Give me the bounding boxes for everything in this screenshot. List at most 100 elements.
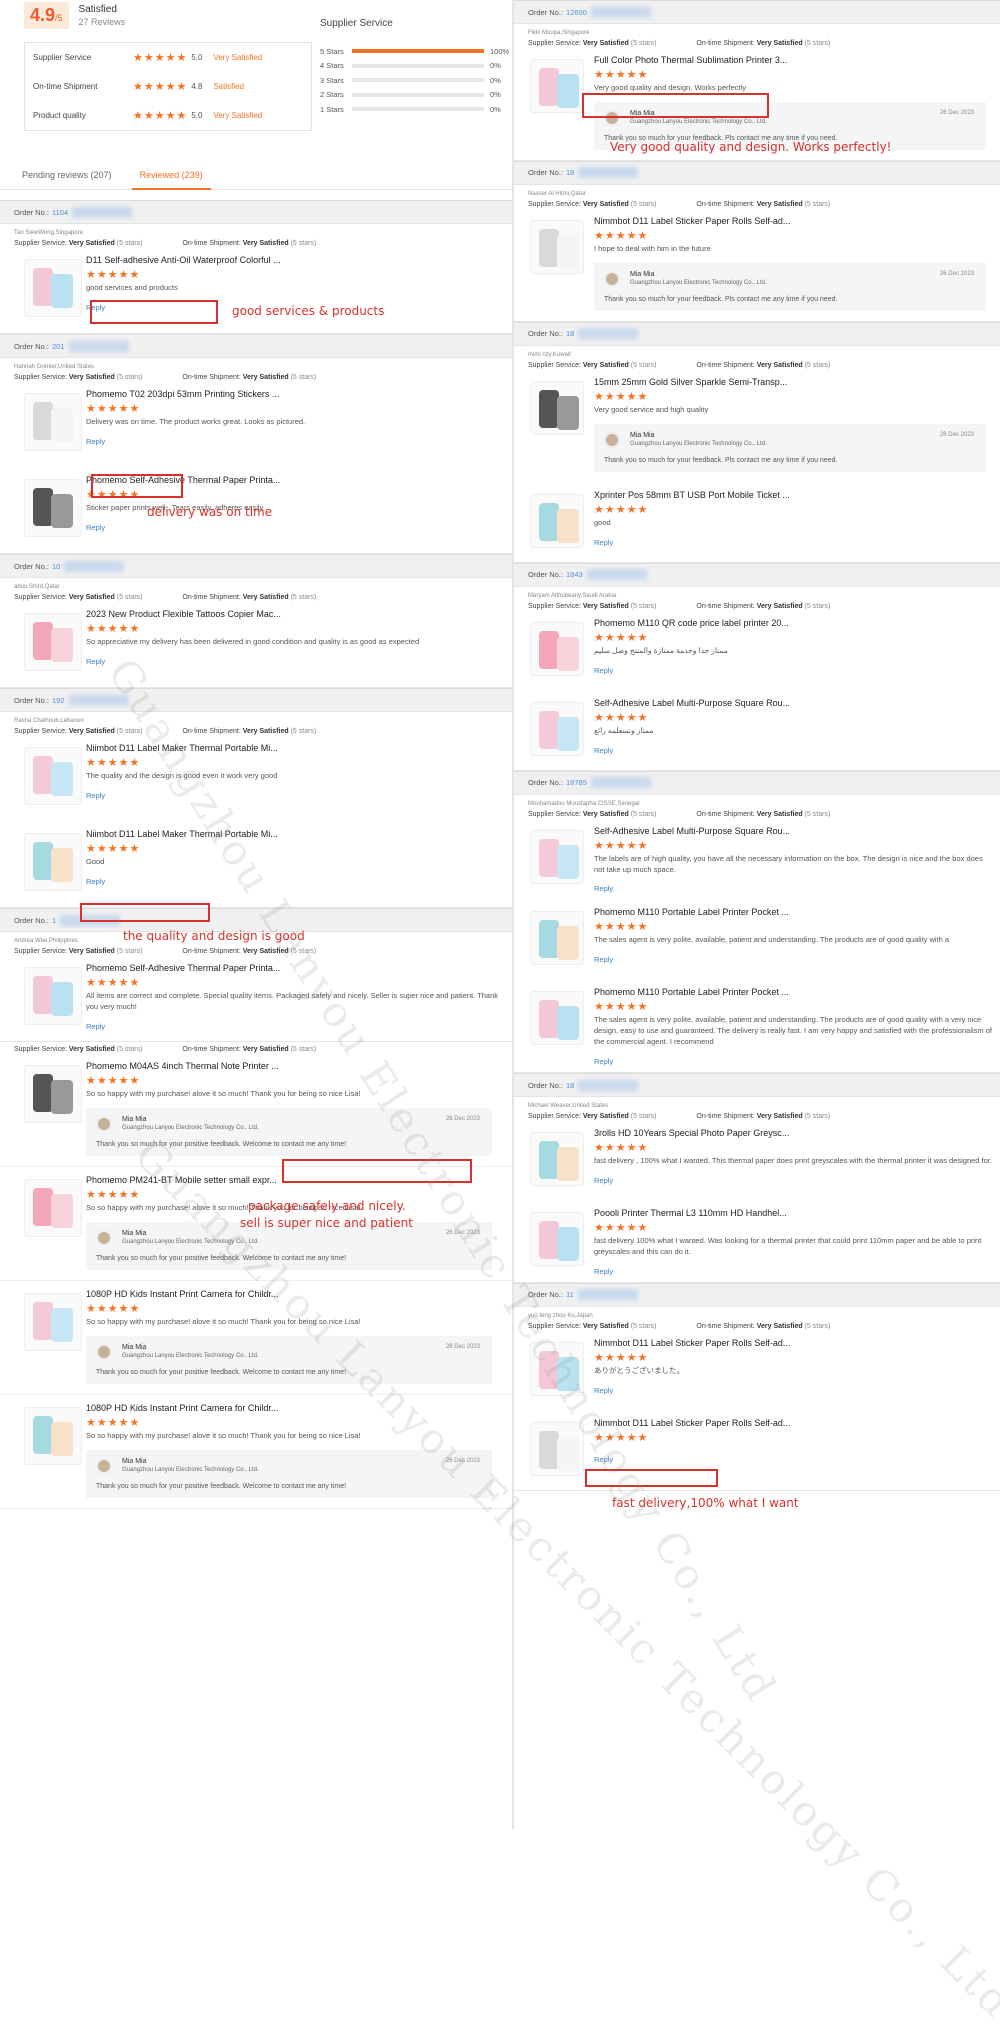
order-number[interactable]: 192 — [52, 696, 65, 705]
reply-link[interactable]: Reply — [594, 1386, 613, 1395]
stars-note: (5 stars) — [804, 1322, 831, 1330]
product-thumbnail — [24, 747, 82, 805]
satisfaction-value: Very Satisfied — [68, 728, 115, 735]
redacted-block — [578, 167, 639, 179]
redacted-block — [68, 340, 129, 352]
tab-reviewed[interactable]: Reviewed (239) — [131, 162, 211, 190]
reply-link[interactable]: Reply — [594, 1455, 613, 1464]
product-title[interactable]: Nimmbot D11 Label Sticker Paper Rolls Se… — [594, 1418, 992, 1428]
annotation-box — [90, 300, 218, 324]
supplier-service-info: Supplier Service: Very Satisfied (5 star… — [528, 361, 657, 369]
stars-note: (5 stars) — [630, 361, 657, 369]
stars-note: (5 stars) — [804, 40, 831, 47]
review-item: 15mm 25mm Gold Silver Sparkle Semi-Trans… — [514, 369, 1000, 482]
reply-link[interactable]: Reply — [86, 877, 105, 886]
reply-link[interactable]: Reply — [594, 955, 613, 964]
service-bar — [352, 107, 484, 112]
supplier-service-info: Supplier Service: Very Satisfied (5 star… — [14, 948, 143, 955]
product-thumbnail — [530, 701, 584, 756]
reply-link[interactable]: Reply — [594, 666, 613, 675]
product-title[interactable]: 1080P HD Kids Instant Print Camera for C… — [86, 1403, 498, 1413]
order-number[interactable]: 10 — [52, 562, 60, 571]
satisfaction-value: Very Satisfied — [242, 374, 289, 381]
star-rating-icon: ★★★★★ — [594, 503, 649, 516]
annotation-box — [582, 93, 769, 118]
seller-name: Mia Mia — [630, 431, 655, 439]
review-text: good — [594, 517, 611, 527]
reply-link[interactable]: Reply — [86, 437, 105, 446]
reply-link[interactable]: Reply — [594, 538, 613, 547]
thumb-shape — [51, 408, 73, 442]
reply-link[interactable]: Reply — [594, 1176, 613, 1185]
product-title[interactable]: Phomemo M110 Portable Label Printer Pock… — [594, 987, 992, 997]
redacted-block — [578, 328, 639, 340]
product-title[interactable]: 3rolls HD 10Years Special Photo Paper Gr… — [594, 1128, 992, 1138]
seller-name: Mia Mia — [122, 1343, 147, 1351]
supplier-service-info: Supplier Service: Very Satisfied (5 star… — [14, 1046, 143, 1053]
review-text: fast delivery , 100% what I wanted. This… — [594, 1156, 992, 1165]
product-title[interactable]: Nimmbot D11 Label Sticker Paper Rolls Se… — [594, 1338, 992, 1348]
service-label: 1 Stars — [320, 104, 344, 114]
product-title[interactable]: Full Color Photo Thermal Sublimation Pri… — [594, 55, 992, 65]
order-number[interactable]: 201 — [52, 342, 65, 351]
reply-link[interactable]: Reply — [86, 657, 105, 666]
thumb-shape — [557, 234, 579, 269]
seller-reply: Mia Mia Guangzhou Lanyou Electronic Techn… — [86, 1107, 492, 1156]
order-number[interactable]: 1 — [52, 916, 56, 925]
service-row: 1 Stars0%(0) — [320, 102, 531, 117]
seller-reply: Mia Mia Guangzhou Lanyou Electronic Techn… — [594, 262, 986, 311]
supplier-service-info: Supplier Service: Very Satisfied (5 star… — [528, 40, 657, 47]
product-title[interactable]: Phomemo M110 QR code price label printer… — [594, 618, 992, 628]
star-rating-icon: ★★★★★ — [594, 69, 649, 81]
rating-row: On-time Shipment ★★★★★ 4.8 Satisfied — [25, 72, 311, 101]
reply-link[interactable]: Reply — [86, 1022, 105, 1031]
order-number[interactable]: 11 — [566, 1290, 574, 1299]
product-title[interactable]: Phomemo M110 Portable Label Printer Pock… — [594, 907, 992, 917]
seller-company: Guangzhou Lanyou Electronic Technology C… — [122, 1466, 259, 1473]
product-title[interactable]: Xprinter Pos 58mm BT USB Port Mobile Tic… — [594, 490, 992, 500]
product-title[interactable]: 1080P HD Kids Instant Print Camera for C… — [86, 1289, 498, 1299]
reply-link[interactable]: Reply — [594, 1267, 613, 1276]
reply-link[interactable]: Reply — [594, 746, 613, 755]
order-header: Order No.: 11 — [514, 1282, 1000, 1307]
order-number[interactable]: 18 — [566, 1081, 574, 1090]
product-title[interactable]: 2023 New Product Flexible Tattoos Copier… — [86, 609, 502, 619]
reply-link[interactable]: Reply — [594, 884, 613, 893]
order-number[interactable]: 12600 — [566, 8, 587, 17]
reply-link[interactable]: Reply — [86, 791, 105, 800]
product-title[interactable]: 15mm 25mm Gold Silver Sparkle Semi-Trans… — [594, 377, 992, 387]
product-title[interactable]: Self-Adhesive Label Multi-Purpose Square… — [594, 826, 992, 836]
product-title[interactable]: Self-Adhesive Label Multi-Purpose Square… — [594, 698, 992, 708]
order-card: Order No.: 18 Michael Weaver,United States… — [514, 1073, 1000, 1283]
review-text: Good — [86, 857, 105, 866]
order-number[interactable]: 1104 — [52, 208, 68, 217]
product-title[interactable]: Nimmbot D11 Label Sticker Paper Rolls Se… — [594, 216, 992, 226]
product-title[interactable]: Poooli Printer Thermal L3 110mm HD Handh… — [594, 1208, 992, 1218]
stars-note: (5 stars) — [630, 1322, 657, 1330]
reply-link[interactable]: Reply — [86, 523, 105, 532]
product-title[interactable]: Phomemo T02 203dpi 53mm Printing Sticker… — [86, 389, 502, 399]
seller-name: Mia Mia — [122, 1457, 147, 1465]
satisfaction-value: Very Satisfied — [756, 361, 803, 369]
satisfaction-line: Supplier Service: Very Satisfied (5 star… — [514, 1319, 1000, 1330]
thumb-shape — [539, 1141, 559, 1179]
order-number[interactable]: 18 — [566, 329, 574, 338]
order-number[interactable]: 1843 — [566, 570, 583, 579]
product-title[interactable]: Phomemo M04AS 4inch Thermal Note Printer… — [86, 1061, 498, 1071]
shipment-info: On-time Shipment: Very Satisfied (5 star… — [696, 810, 831, 818]
order-number[interactable]: 18785 — [566, 778, 587, 787]
product-title[interactable]: D11 Self-adhesive Anti-Oil Waterproof Co… — [86, 255, 502, 265]
product-thumbnail — [530, 59, 584, 113]
product-title[interactable]: Niimbot D11 Label Maker Thermal Portable… — [86, 829, 502, 839]
thumb-shape — [539, 710, 559, 749]
service-row: 5 Stars100%(27) — [320, 44, 531, 59]
thumb-shape — [557, 844, 579, 879]
reply-link[interactable]: Reply — [594, 1057, 613, 1066]
product-title[interactable]: Niimbot D11 Label Maker Thermal Portable… — [86, 743, 502, 753]
satisfaction-value: Very Satisfied — [242, 594, 289, 601]
order-number[interactable]: 18 — [566, 168, 574, 177]
left-column: 4.9/5 Satisfied 27 Reviews Supplier Serv… — [0, 0, 531, 1829]
product-title[interactable]: Phomemo Self-Adhesive Thermal Paper Prin… — [86, 963, 502, 973]
tab-pending[interactable]: Pending reviews (207) — [22, 170, 112, 180]
rating-word: Satisfied — [213, 82, 244, 91]
